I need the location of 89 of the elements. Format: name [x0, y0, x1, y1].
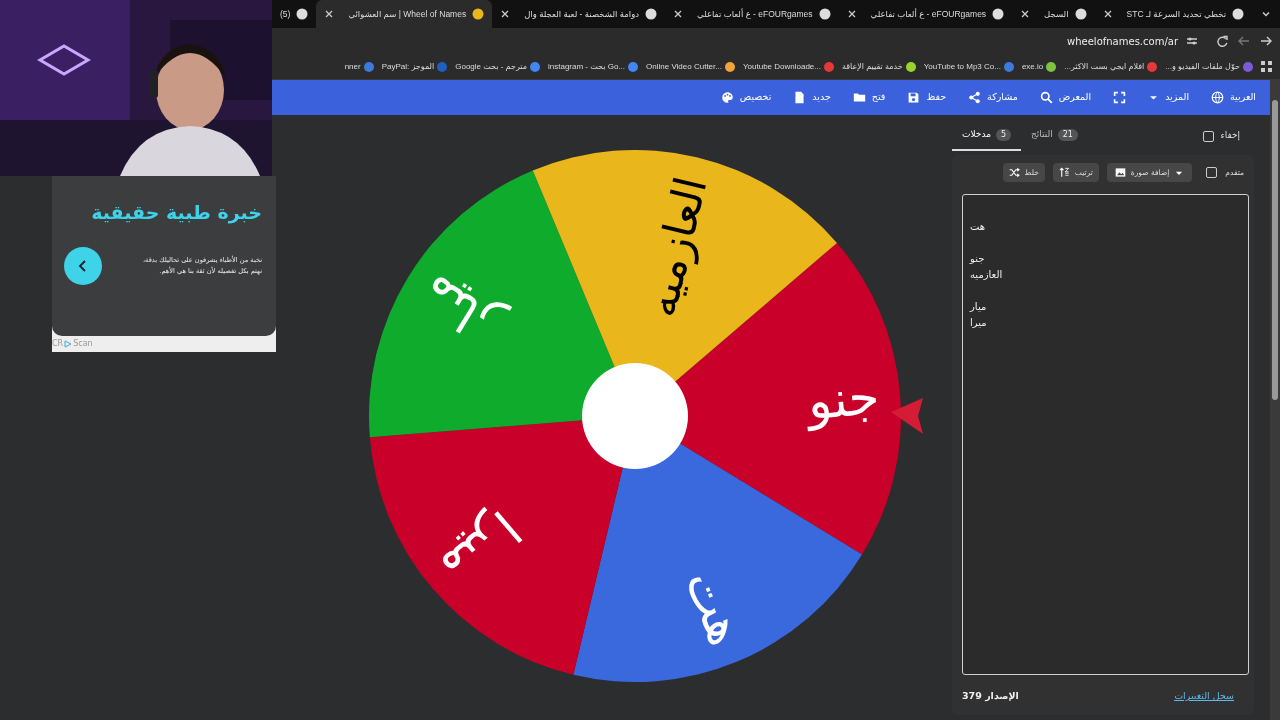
count-badge: 21 — [1057, 129, 1078, 141]
share-icon — [968, 91, 982, 104]
site-icon — [1243, 61, 1253, 72]
checkbox[interactable] — [1203, 130, 1215, 142]
apps-icon[interactable] — [1261, 61, 1272, 72]
slice-label: جنو — [805, 367, 882, 431]
browser-tab[interactable]: eFOURgames - ع ألعاب تفاعلي — [665, 0, 839, 28]
brand-text: CR — [52, 338, 64, 350]
site-icon — [823, 61, 834, 72]
bookmark[interactable]: instagram - بحث Go... — [548, 60, 639, 73]
site-icon — [437, 61, 448, 72]
folder-icon — [852, 91, 866, 104]
browser-tab[interactable]: eFOURgames - ع ألعاب تفاعلي — [838, 0, 1013, 28]
site-icon — [1046, 61, 1057, 72]
site-icon — [628, 61, 639, 72]
toolbar-button[interactable]: تخصيص — [720, 90, 772, 105]
toolbar-button[interactable]: فتح — [852, 90, 886, 105]
bookmark[interactable]: خدمة تقييم الإعاقة — [841, 60, 916, 73]
site-icon — [645, 8, 658, 20]
toolbar-button[interactable]: المزيد — [1148, 90, 1190, 105]
close-icon[interactable] — [1020, 9, 1031, 19]
count-badge: 5 — [995, 129, 1012, 141]
site-icon — [1147, 61, 1158, 72]
wheel-center[interactable] — [582, 363, 688, 469]
close-icon[interactable] — [324, 9, 335, 19]
bookmark[interactable]: nner — [344, 60, 374, 73]
forward-icon[interactable] — [1260, 35, 1272, 47]
toolbar-button[interactable]: العربية — [1211, 90, 1256, 105]
play-icon — [64, 340, 73, 348]
bookmark[interactable]: PayPal: الموجز — [381, 60, 448, 73]
site-icon — [1074, 8, 1087, 20]
close-icon[interactable] — [673, 9, 684, 19]
site-icon — [1003, 61, 1014, 72]
fullscreen-icon — [1113, 91, 1127, 104]
bookmark[interactable]: Youtube Downloade... — [742, 60, 834, 73]
reload-icon[interactable] — [1216, 35, 1228, 47]
version-text: الإصدار 379 — [962, 689, 1019, 704]
bookmark[interactable]: YouTube to Mp3 Co... — [923, 60, 1014, 73]
site-icon — [905, 61, 916, 72]
browser-tab[interactable]: (5) — [272, 0, 317, 28]
bookmark[interactable]: Google مترجم - بحث — [455, 60, 540, 73]
tune-icon[interactable] — [1186, 35, 1198, 47]
search-icon — [1039, 91, 1053, 104]
entries-field[interactable]: هت جنو العازميه ميار ميرا — [962, 194, 1249, 675]
ad-title: خبرة طبية حقيقية — [90, 200, 262, 226]
bookmark[interactable]: افلام ايجي بست الاكثر... — [1064, 60, 1158, 73]
site-icon — [363, 61, 374, 72]
checkbox-label: إخفاء — [1220, 129, 1240, 143]
site-icon — [992, 8, 1005, 20]
close-icon[interactable] — [1102, 9, 1113, 19]
slice-label: ميرا — [430, 499, 532, 598]
toolbar-button[interactable]: جديد — [793, 90, 831, 105]
scrollbar[interactable] — [1270, 80, 1280, 720]
browser-tab[interactable]: السجل — [1012, 0, 1095, 28]
browser-tab[interactable]: Wheel of Names | سم العشوائي — [316, 0, 493, 28]
site-icon — [724, 61, 735, 72]
bookmark[interactable]: حوّل ملفات الفيديو و... — [1165, 60, 1253, 73]
address-field[interactable]: wheelofnames.com/ar — [272, 31, 1206, 51]
browser-tab[interactable]: تخطي تحديد السرعة لـ STC — [1094, 0, 1252, 28]
fullscreen-button[interactable] — [1113, 91, 1127, 104]
bookmark[interactable]: Online Video Cutter... — [646, 60, 735, 73]
slice-label: ميار — [410, 263, 511, 356]
site-icon — [296, 8, 309, 20]
image-icon — [1114, 167, 1126, 178]
slice-label: العازميه — [634, 171, 717, 322]
pointer-arrow — [891, 398, 923, 434]
changelog-link[interactable]: سجل التغييرات — [1174, 689, 1234, 704]
checkbox[interactable] — [1206, 167, 1218, 178]
site-icon — [818, 8, 831, 20]
toolbar-button[interactable]: حفظ — [907, 90, 947, 105]
toolbar-button[interactable]: المعرض — [1039, 90, 1092, 105]
site-icon — [1232, 8, 1244, 20]
browser-tab[interactable]: دوامة الشخصنة - لعبة العجلة وال — [492, 0, 666, 28]
previous-button[interactable] — [64, 246, 102, 285]
bookmark[interactable]: exe.io — [1021, 60, 1057, 73]
brand-text: Scan — [73, 338, 93, 350]
close-icon[interactable] — [846, 9, 857, 19]
sort-icon — [1058, 167, 1070, 178]
close-icon[interactable] — [500, 9, 511, 19]
toolbar-button[interactable]: مشاركة — [968, 90, 1018, 105]
site-icon — [472, 8, 485, 20]
back-icon[interactable] — [1238, 35, 1250, 47]
globe-icon — [1211, 91, 1225, 104]
slice-label: هت — [673, 561, 756, 654]
shuffle-icon — [1008, 167, 1020, 178]
site-icon — [530, 61, 540, 72]
palette-icon — [720, 91, 734, 104]
file-icon — [793, 91, 807, 104]
save-icon — [907, 91, 921, 104]
